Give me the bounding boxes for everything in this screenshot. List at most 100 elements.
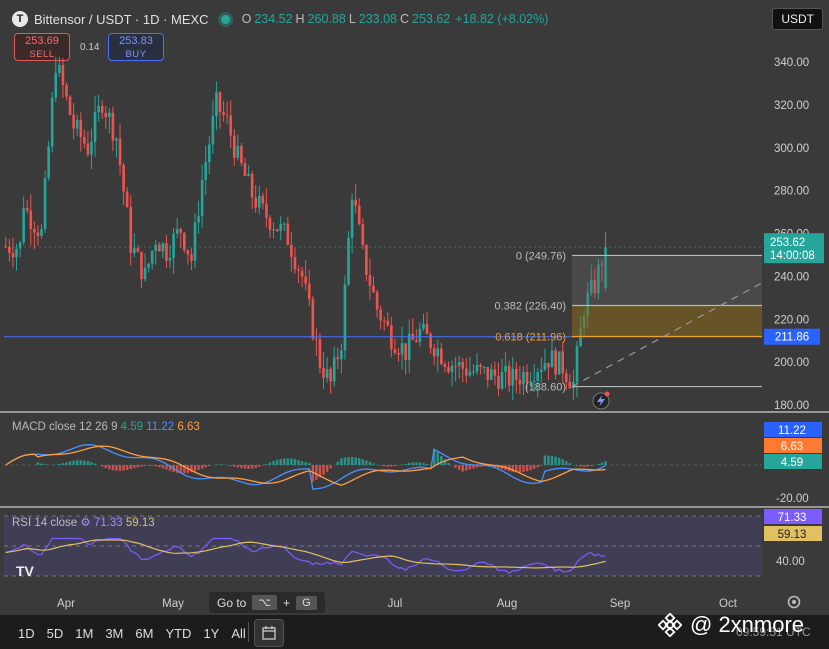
candle-body: [25, 208, 29, 211]
timeframe-1y[interactable]: 1Y: [203, 626, 219, 641]
x-tick-label: May: [162, 598, 184, 610]
macd-histogram-bar: [83, 460, 86, 465]
rsi-last-value: 71.33: [778, 512, 807, 524]
x-tick-label: Jul: [388, 598, 403, 610]
candle-body: [33, 228, 36, 233]
macd-histogram-bar: [218, 464, 222, 465]
candle-body: [461, 361, 465, 369]
timeframe-5d[interactable]: 5D: [47, 626, 64, 641]
candle-body: [336, 357, 340, 360]
candle-body: [368, 274, 372, 286]
macd-histogram-bar: [590, 465, 593, 467]
candle-body: [311, 299, 315, 339]
candle-body: [379, 309, 382, 321]
candle-body: [490, 369, 493, 380]
trading-chart-app: T Bittensor / USDT · 1D · MEXC O 234.52 H…: [0, 0, 829, 649]
macd-legend[interactable]: MACD close 12 26 9 4.59 11.22 6.63: [12, 421, 200, 433]
macd-histogram-bar: [36, 462, 40, 465]
alert-dot: [604, 391, 610, 397]
candle-body: [347, 237, 350, 285]
candle-body: [204, 162, 208, 180]
macd-histogram-bar: [440, 456, 443, 465]
macd-histogram-bar: [240, 465, 243, 469]
date-range-icon[interactable]: [254, 619, 284, 647]
timeframe-1d[interactable]: 1D: [18, 626, 35, 641]
candle-body: [90, 141, 93, 155]
macd-histogram-bar: [425, 464, 429, 465]
macd-histogram-bar: [272, 461, 275, 465]
candle-body: [468, 371, 472, 376]
candle-body: [161, 243, 165, 252]
goto-label: Go to: [217, 595, 247, 610]
candle-body: [332, 357, 336, 382]
candle-body: [507, 365, 511, 386]
timeframe-6m[interactable]: 6M: [135, 626, 153, 641]
fib-label: 0.382 (226.40): [494, 301, 566, 313]
candle-body: [440, 348, 443, 365]
divider: [248, 622, 249, 642]
macd-histogram-bar: [293, 459, 297, 465]
macd-histogram-bar: [386, 465, 389, 467]
candle-body: [193, 222, 197, 261]
candle-body: [382, 320, 386, 322]
timeframe-ytd[interactable]: YTD: [165, 626, 191, 641]
candle-body: [557, 351, 561, 375]
macd-histogram-bar: [300, 461, 304, 465]
candle-body: [36, 232, 40, 237]
candle-body: [125, 191, 129, 208]
macd-histogram-bar: [108, 465, 111, 470]
goto-key-option: ⌥: [252, 595, 278, 610]
goto-plus: +: [283, 595, 291, 610]
candle-body: [486, 366, 490, 380]
macd-histogram-bar: [379, 465, 382, 466]
candle-body: [354, 199, 357, 206]
macd-histogram-bar: [525, 465, 529, 472]
candle-body: [393, 349, 397, 353]
candle-body: [457, 361, 461, 367]
timeframe-all[interactable]: All: [231, 626, 245, 641]
candle-body: [561, 351, 565, 374]
candle-body: [11, 252, 15, 258]
rsi-settings-icon[interactable]: ⚙: [80, 517, 90, 529]
macd-histogram-bar: [529, 465, 532, 471]
settings-icon[interactable]: [786, 594, 802, 610]
fib-label: (188.60): [525, 382, 566, 394]
macd-histogram-bar: [561, 459, 564, 465]
candle-body: [247, 173, 250, 176]
candle-body: [43, 178, 47, 230]
candle-body: [72, 114, 75, 129]
goto-control[interactable]: Go to ⌥ + G: [209, 592, 325, 613]
rsi-legend[interactable]: RSI 14 close ⚙ 71.33 59.13: [12, 515, 155, 529]
macd-histogram-bar: [118, 465, 122, 471]
candle-body: [257, 195, 261, 208]
level-value: 211.86: [775, 332, 809, 344]
candle-body: [47, 146, 50, 179]
candle-body: [575, 346, 579, 382]
candle-body: [218, 92, 222, 113]
candle-body: [404, 343, 407, 360]
macd-histogram-bar: [547, 455, 550, 465]
candle-body: [215, 92, 218, 117]
candle-body: [261, 195, 265, 204]
macd-histogram-bar: [336, 461, 340, 465]
macd-title: MACD close 12 26 9: [12, 421, 118, 433]
timeframe-3m[interactable]: 3M: [105, 626, 123, 641]
candle-body: [554, 350, 557, 375]
candle-body: [254, 197, 257, 208]
candle-body: [290, 244, 293, 258]
candle-body: [179, 228, 183, 233]
candle-body: [265, 203, 268, 218]
timeframe-1m[interactable]: 1M: [75, 626, 93, 641]
macd-histogram-bar: [457, 465, 461, 470]
macd-histogram-bar: [565, 461, 568, 465]
candle-body: [272, 229, 275, 231]
macd-last-value: 11.22: [778, 425, 806, 437]
macd-histogram-bar: [286, 458, 290, 465]
candle-body: [386, 320, 390, 326]
candle-body: [211, 116, 215, 145]
macd-histogram-bar: [604, 461, 607, 465]
candle-body: [150, 250, 154, 264]
macd-histogram-bar: [61, 463, 65, 465]
candle-body: [279, 224, 282, 231]
tradingview-logo[interactable]: TV: [16, 563, 34, 579]
